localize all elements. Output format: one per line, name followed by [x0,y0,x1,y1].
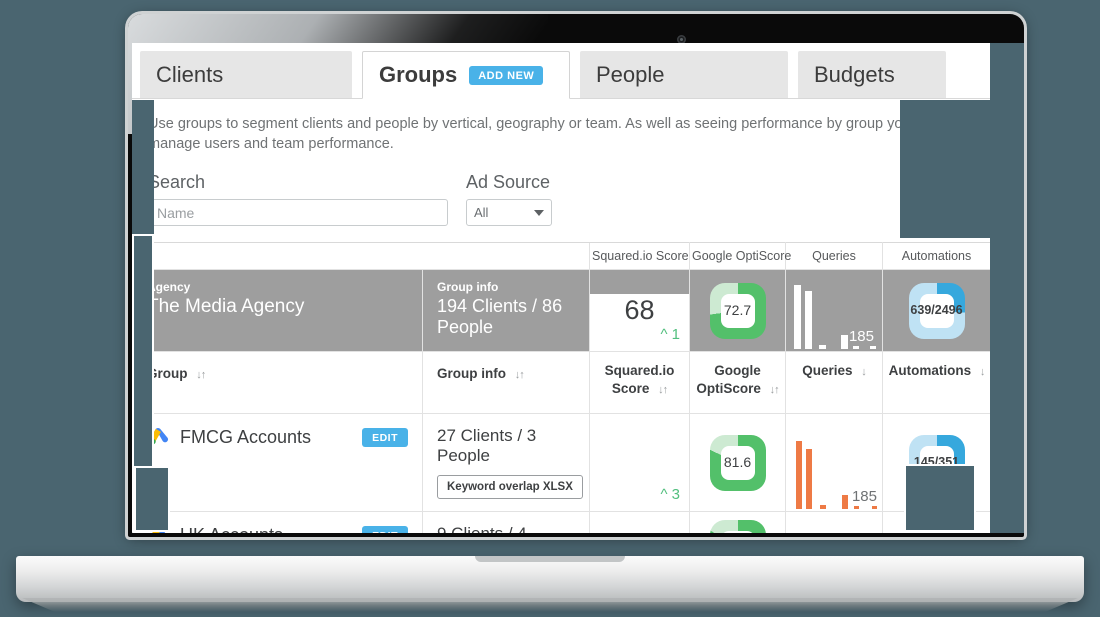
row-queries-label: 185 [851,488,877,506]
metric-header-queries: Queries [785,242,883,271]
agency-info-cell: Group info 194 Clients / 86 People [422,269,590,353]
tab-people-label: People [596,61,665,87]
table-row[interactable]: UK Accounts EDIT 9 Clients / 4 People Ke… [132,511,990,533]
row-automations-cell: 30/117 [882,511,990,533]
optiscore-donut: 72.7 [709,282,766,339]
laptop-mockup: Clients Groups ADD NEW People Budgets Us… [0,0,1100,617]
agency-optiscore-value: 72.7 [720,293,755,328]
row-squared-delta: ^ 3 [660,486,680,504]
agency-automations-value: 639/2496 [910,293,963,328]
sort-icon-group[interactable]: ↓↑ [196,369,206,381]
sort-icon-queries[interactable]: ↓ [861,365,866,379]
tab-budgets-label: Budgets [814,61,895,87]
metric-header-squared: Squared.io Score [589,242,690,271]
tab-budgets[interactable]: Budgets [798,51,946,98]
agency-summary-row: Agency The Media Agency Group info 194 C… [132,269,990,353]
row-group-name: UK Accounts [180,525,351,533]
agency-name: The Media Agency [147,296,305,318]
adsource-field-group: Ad Source All [466,172,552,227]
agency-queries-label: 185 [848,328,874,346]
metric-header-spacer-2 [422,242,590,271]
automations-donut: 639/2496 [908,282,965,339]
column-header-row: Group ↓↑ Group info ↓↑ Squared.io Score … [132,351,990,415]
sort-icon-automations[interactable]: ↓ [980,365,985,379]
col-header-group-info[interactable]: Group info ↓↑ [422,351,590,415]
agency-kicker: Agency [147,280,191,295]
agency-optiscore-cell: 72.7 [689,269,786,353]
metric-header-row: Squared.io Score Google OptiScore Querie… [132,242,990,271]
col-header-group[interactable]: Group ↓↑ [132,351,423,415]
edit-button[interactable]: EDIT [362,525,408,533]
metric-header-automations: Automations [882,242,990,271]
metric-header-spacer-1 [132,242,423,271]
agency-queries-cell: 185 [785,269,883,353]
laptop-base [16,556,1084,612]
table-row[interactable]: FMCG Accounts EDIT 27 Clients / 3 People… [132,413,990,513]
tab-groups[interactable]: Groups ADD NEW [362,51,570,99]
col-header-optiscore[interactable]: Google OptiScore ↓↑ [689,351,786,415]
row-optiscore-value: 84.1 [720,531,755,533]
optiscore-donut: 81.6 [709,434,766,491]
tab-clients-label: Clients [156,61,224,87]
filter-bar: Search Name Ad Source All [132,158,990,242]
row-group-info-value: 27 Clients / 3 People [437,426,537,466]
sort-icon-squared-score[interactable]: ↓↑ [658,383,668,397]
row-optiscore-value: 81.6 [720,445,755,480]
tab-people[interactable]: People [580,51,788,98]
row-optiscore-cell: 81.6 [689,413,786,513]
col-header-automations[interactable]: Automations ↓ [882,351,990,415]
row-squared-score-cell: 80 ^ 3 [589,413,690,513]
adsource-value: All [474,205,489,221]
agency-squared-score-cell: 68 ^ 1 [589,269,690,353]
agency-name-cell: Agency The Media Agency [132,269,423,353]
automations-donut: 145/351 [908,434,965,491]
queries-sparkline [786,512,882,533]
row-group-info-cell: 27 Clients / 3 People Keyword overlap XL… [422,413,601,513]
agency-automations-cell: 639/2496 [882,269,990,353]
sort-icon-optiscore[interactable]: ↓↑ [770,383,780,397]
agency-info-kicker: Group info [437,280,499,295]
intro-text: Use groups to segment clients and people… [148,116,938,152]
agency-info-value: 194 Clients / 86 People [437,296,563,338]
optiscore-donut: 84.1 [709,520,766,533]
metric-header-optiscore: Google OptiScore [689,242,791,271]
row-automations-cell: 145/351 [882,413,990,513]
row-group-name: FMCG Accounts [180,426,312,447]
groups-table: Squared.io Score Google OptiScore Querie… [132,242,990,533]
col-header-squared-score[interactable]: Squared.io Score ↓↑ [589,351,690,415]
google-ads-icon [152,526,166,533]
app-screen: Clients Groups ADD NEW People Budgets Us… [132,43,990,533]
adsource-label: Ad Source [466,172,551,193]
add-new-button[interactable]: ADD NEW [469,65,544,85]
row-group-cell: FMCG Accounts EDIT [132,413,423,513]
adsource-select[interactable]: All [466,199,552,227]
row-group-info-value: 9 Clients / 4 People [437,524,575,533]
queries-sparkline: 185 [786,414,882,511]
row-queries-cell: 185 [785,413,883,513]
laptop-foot [22,598,1078,612]
row-queries-cell [785,511,883,533]
chevron-down-icon [534,209,544,216]
row-automations-value: 145/351 [914,445,959,480]
keyword-overlap-xlsx-button[interactable]: Keyword overlap XLSX [437,475,583,500]
row-group-cell: UK Accounts EDIT [132,511,423,533]
search-input[interactable]: Name [148,199,448,227]
agency-squared-score-value: 68 [624,295,655,326]
agency-squared-delta: ^ 1 [660,326,680,344]
search-field-group: Search Name [148,172,448,227]
search-label: Search [148,172,206,193]
col-header-queries[interactable]: Queries ↓ [785,351,883,415]
row-group-info-cell: 9 Clients / 4 People Keyword overlap XLS… [422,511,590,533]
google-ads-icon [149,428,169,445]
tab-clients[interactable]: Clients [140,51,352,98]
edit-button[interactable]: EDIT [362,427,408,447]
tab-bar: Clients Groups ADD NEW People Budgets [132,43,990,99]
row-squared-score-value: 80 [624,447,655,478]
tab-groups-label: Groups [379,62,458,87]
row-squared-score-cell: 70 [589,511,690,533]
queries-sparkline: 185 [786,270,882,351]
row-optiscore-cell: 84.1 [689,511,786,533]
sort-icon-group-info[interactable]: ↓↑ [515,369,525,381]
